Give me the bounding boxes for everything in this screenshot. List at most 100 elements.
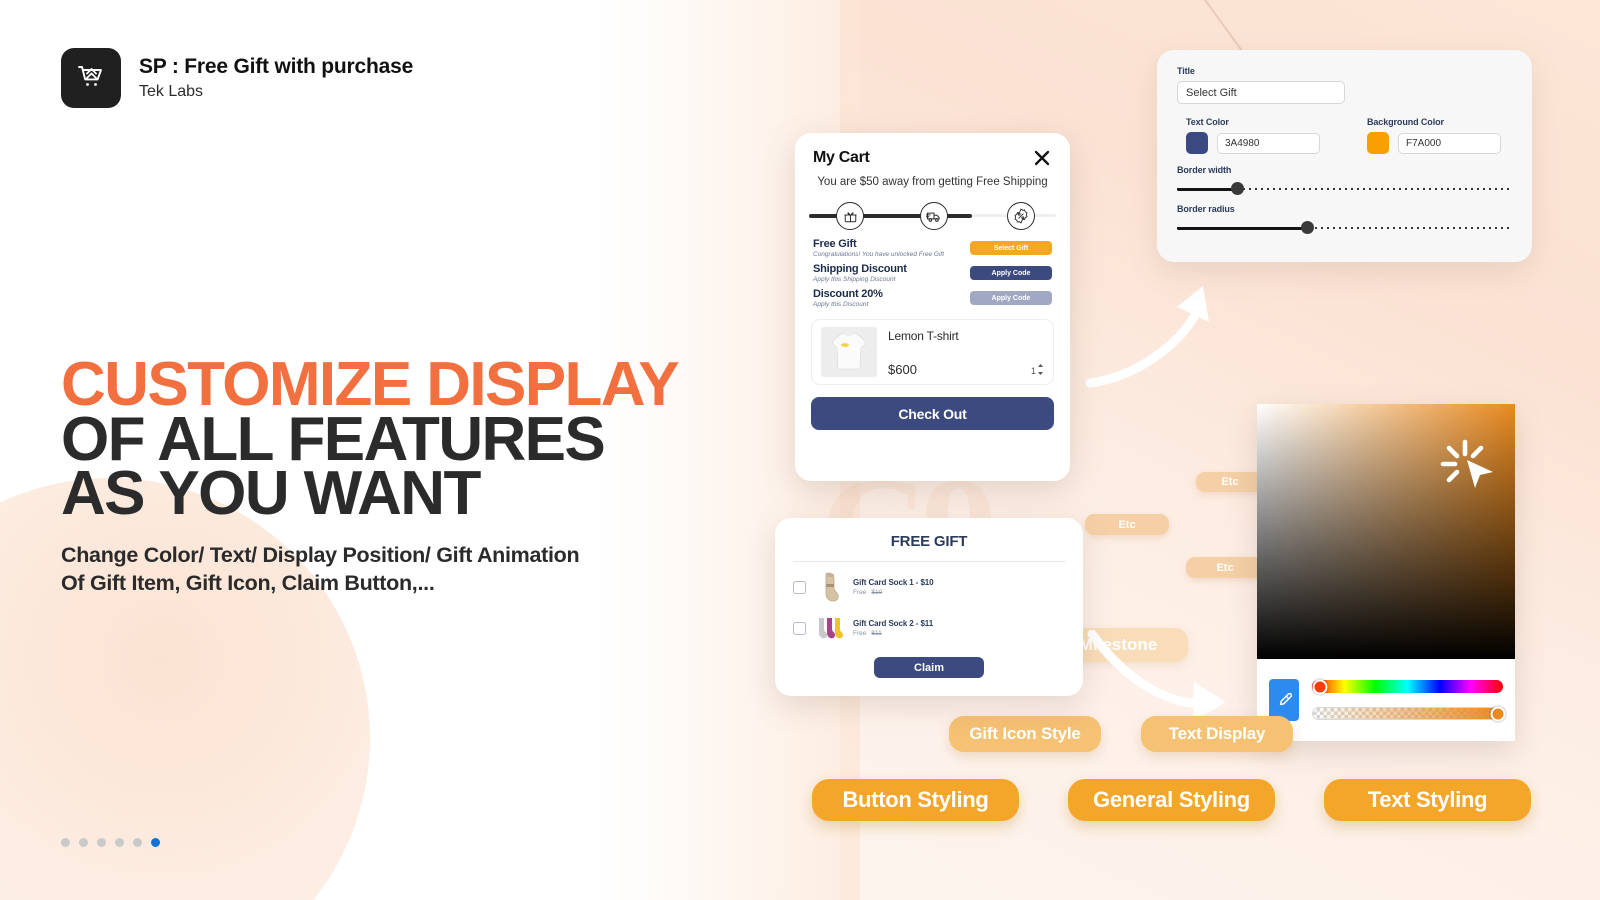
pill-text-display[interactable]: Text Display bbox=[1141, 716, 1293, 752]
cart-product-row: Lemon T-shirt $600 1 bbox=[811, 319, 1054, 386]
title-input[interactable] bbox=[1177, 81, 1345, 104]
cart-progress-bar bbox=[809, 199, 1056, 233]
pill-gift-icon-style[interactable]: Gift Icon Style bbox=[949, 716, 1101, 752]
border-width-slider[interactable] bbox=[1177, 182, 1512, 196]
cart-shipping-message: You are $50 away from getting Free Shipp… bbox=[817, 176, 1048, 188]
product-name: Lemon T-shirt bbox=[888, 329, 959, 344]
gift-list-item[interactable]: Gift Card Sock 1 - $10 Free $10 bbox=[775, 562, 1083, 603]
page-subcopy: Change Color/ Text/ Display Position/ Gi… bbox=[61, 541, 580, 598]
cart-header: My Cart bbox=[795, 133, 1070, 168]
gift-checkbox[interactable] bbox=[793, 621, 806, 635]
cart-offer-row: Discount 20% Apply this Discount Apply C… bbox=[795, 283, 1070, 308]
style-settings-panel: Title Text Color Background Color Border… bbox=[1157, 50, 1532, 262]
offer-text: Free Gift Congratulations! You have unlo… bbox=[813, 238, 944, 258]
gift-checkbox[interactable] bbox=[793, 580, 806, 594]
text-styling-pill[interactable]: Text Styling bbox=[1324, 779, 1531, 821]
gift-old-price: $10 bbox=[871, 589, 883, 596]
product-details: Lemon T-shirt $600 1 bbox=[888, 327, 1044, 377]
border-width-label: Border width bbox=[1177, 165, 1232, 175]
sock-single-icon bbox=[815, 571, 844, 603]
stepper-arrows-icon[interactable] bbox=[1037, 364, 1044, 377]
gift-free-label: Free bbox=[853, 630, 867, 637]
offer-subtitle: Apply this Discount bbox=[813, 301, 869, 309]
pill-etc-2[interactable]: Etc bbox=[1085, 514, 1169, 535]
close-icon[interactable] bbox=[1032, 148, 1052, 168]
apply-code-button-shipping[interactable]: Apply Code bbox=[970, 266, 1052, 281]
shopping-cart-upgrade-icon bbox=[74, 59, 108, 98]
hue-slider-knob[interactable] bbox=[1312, 679, 1328, 694]
free-gift-title: FREE GIFT bbox=[890, 533, 968, 550]
quantity-stepper[interactable]: 1 bbox=[1031, 364, 1044, 377]
gift-item-name: Gift Card Sock 1 - $10 bbox=[853, 578, 934, 587]
truck-shipping-icon[interactable] bbox=[920, 202, 949, 231]
general-styling-pill[interactable]: General Styling bbox=[1068, 779, 1275, 821]
offer-subtitle: Apply this Shipping Discount bbox=[813, 276, 896, 284]
pagination-dot-active[interactable] bbox=[151, 838, 160, 847]
quantity-value: 1 bbox=[1030, 365, 1036, 376]
saturation-value-area[interactable] bbox=[1257, 404, 1515, 659]
curved-arrow-up-right bbox=[1085, 286, 1209, 388]
product-bottom-row: $600 1 bbox=[888, 362, 1044, 377]
pagination-dot[interactable] bbox=[115, 838, 124, 847]
app-vendor: Tek Labs bbox=[139, 83, 204, 100]
pill-etc-1[interactable]: Etc bbox=[1196, 472, 1264, 492]
app-logo bbox=[61, 48, 121, 108]
apply-code-button-discount[interactable]: Apply Code bbox=[970, 291, 1052, 306]
background-color-hex-input[interactable] bbox=[1398, 132, 1501, 154]
border-radius-slider[interactable] bbox=[1177, 221, 1512, 235]
gift-list-item[interactable]: Gift Card Sock 2 - $11 Free $11 bbox=[775, 603, 1083, 644]
color-picker-controls bbox=[1257, 659, 1515, 741]
offer-text: Discount 20% Apply this Discount bbox=[813, 288, 883, 308]
gift-item-text: Gift Card Sock 1 - $10 Free $10 bbox=[853, 578, 934, 596]
gift-old-price: $11 bbox=[871, 630, 882, 637]
discount-badge-icon[interactable] bbox=[1006, 202, 1035, 231]
app-identity: SP : Free Gift with purchase Tek Labs bbox=[139, 55, 413, 101]
offer-text: Shipping Discount Apply this Shipping Di… bbox=[813, 263, 907, 283]
text-color-swatch[interactable] bbox=[1186, 132, 1208, 154]
claim-button[interactable]: Claim bbox=[874, 657, 984, 678]
click-cursor-icon bbox=[1435, 430, 1497, 497]
pagination-dot[interactable] bbox=[97, 838, 106, 847]
pagination-dot[interactable] bbox=[133, 838, 142, 847]
page-headline: CUSTOMIZE DISPLAY OF ALL FEATURES AS YOU… bbox=[61, 354, 680, 529]
headline-line-3: AS YOU WANT bbox=[61, 459, 481, 529]
hue-slider[interactable] bbox=[1312, 679, 1503, 694]
background-color-label: Background Color bbox=[1367, 117, 1444, 127]
offer-subtitle: Congratulations! You have unlocked Free … bbox=[813, 251, 945, 259]
app-title: SP : Free Gift with purchase bbox=[139, 55, 414, 78]
text-color-field: Text Color bbox=[1177, 117, 1367, 154]
alpha-slider-knob[interactable] bbox=[1490, 706, 1506, 721]
gift-item-meta: Free $11 bbox=[853, 630, 933, 637]
background-color-swatch[interactable] bbox=[1367, 132, 1389, 154]
subcopy-line-1: Change Color/ Text/ Display Position/ Gi… bbox=[61, 543, 580, 567]
pill-etc-3[interactable]: Etc bbox=[1186, 557, 1264, 578]
text-color-label: Text Color bbox=[1186, 117, 1229, 127]
free-gift-card: FREE GIFT Gift Card Sock 1 - $10 Free $10 bbox=[775, 518, 1083, 696]
text-color-hex-input[interactable] bbox=[1217, 132, 1320, 154]
offer-name: Shipping Discount bbox=[813, 263, 907, 276]
gift-icon[interactable] bbox=[836, 202, 865, 231]
border-radius-slider-knob[interactable] bbox=[1300, 221, 1314, 234]
pagination-dot[interactable] bbox=[61, 838, 70, 847]
gift-item-meta: Free $10 bbox=[853, 589, 934, 596]
border-width-slider-knob[interactable] bbox=[1230, 182, 1244, 195]
color-picker-sliders bbox=[1312, 679, 1506, 721]
gift-free-label: Free bbox=[853, 589, 867, 596]
checkout-button[interactable]: Check Out bbox=[811, 397, 1054, 431]
subcopy-line-2: Of Gift Item, Gift Icon, Claim Button,..… bbox=[61, 571, 435, 596]
gift-item-name: Gift Card Sock 2 - $11 bbox=[853, 619, 934, 628]
select-gift-button[interactable]: Select Gift bbox=[970, 241, 1052, 256]
carousel-pagination[interactable] bbox=[61, 838, 160, 847]
button-styling-pill[interactable]: Button Styling bbox=[812, 779, 1019, 821]
border-radius-field: Border radius bbox=[1177, 204, 1512, 235]
offer-name: Free Gift bbox=[813, 238, 857, 251]
title-field-label: Title bbox=[1177, 66, 1195, 76]
alpha-slider[interactable] bbox=[1312, 706, 1506, 721]
pagination-dot[interactable] bbox=[79, 838, 88, 847]
color-picker-popover bbox=[1257, 404, 1515, 741]
offer-name: Discount 20% bbox=[813, 288, 883, 301]
eyedropper-icon[interactable] bbox=[1269, 679, 1299, 721]
border-width-field: Border width bbox=[1177, 165, 1512, 196]
curved-arrow-down-right bbox=[1087, 630, 1226, 722]
app-header: SP : Free Gift with purchase Tek Labs bbox=[61, 48, 413, 108]
